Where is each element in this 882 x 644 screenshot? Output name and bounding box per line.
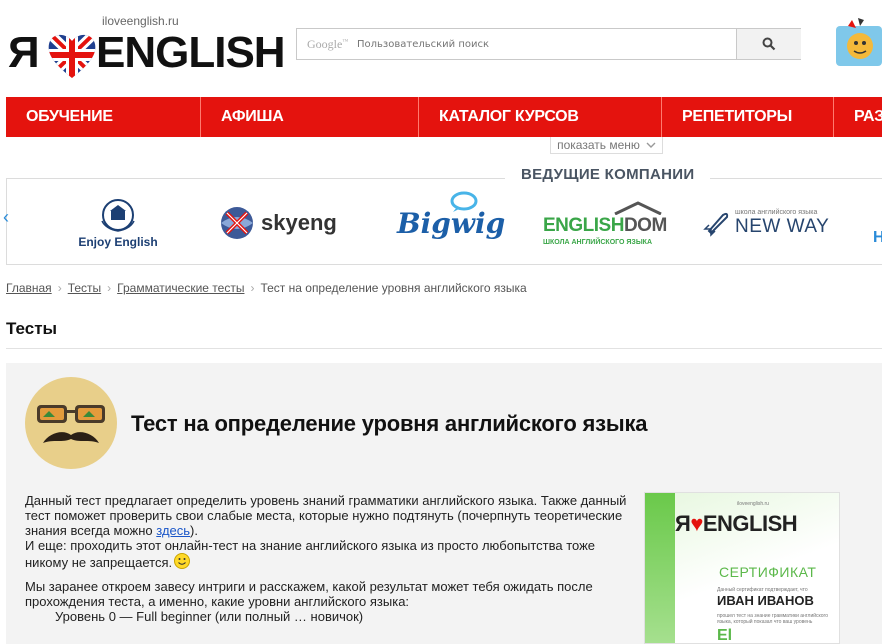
smiley-icon: [174, 553, 191, 569]
company-subtitle: ШКОЛА АНГЛИЙСКОГО ЯЗЫКА: [543, 238, 653, 246]
search-input[interactable]: [297, 29, 737, 59]
header: iloveenglish.ru Я ENGLISH Google™: [0, 0, 882, 96]
uk-flag-heart-icon: [48, 34, 96, 79]
certificate-body: iloveenglish.ru Я♥ENGLISH СЕРТИФИКАТ Дан…: [675, 493, 839, 644]
search-button[interactable]: [736, 29, 801, 59]
company-new-way[interactable]: школа английского языка NEW WAY: [703, 193, 833, 253]
level-item: Уровень 0 — Full beginner (или полный … …: [55, 609, 364, 624]
house-roof-icon: [614, 200, 662, 215]
nav-item-more[interactable]: РАЗ: [834, 97, 882, 137]
breadcrumb: Главная › Тесты › Грамматические тесты › Тест …: [6, 281, 527, 295]
nav-item-afisha[interactable]: АФИША: [201, 97, 419, 137]
certificate-stripe: [645, 493, 675, 643]
bigwig-bubble-icon: [450, 191, 478, 212]
logo-domain: iloveenglish.ru: [102, 14, 179, 28]
certificate-caption: прошел тест на знание грамматики английс…: [717, 613, 829, 625]
rocket-icon: [703, 212, 729, 237]
certificate-level: El: [717, 627, 733, 644]
certificate-domain: iloveenglish.ru: [737, 501, 769, 507]
paragraph: Мы заранее откроем завесу интриги и расс…: [25, 579, 593, 609]
section-divider: [6, 348, 882, 349]
search-box: Google™: [296, 28, 801, 60]
logo-english-word: ENGLISH: [96, 28, 286, 77]
mustache-glasses-icon: [37, 405, 105, 443]
test-title: Тест на определение уровня английского я…: [131, 411, 648, 436]
heart-icon: ♥: [690, 511, 703, 536]
test-panel: Тест на определение уровня английского я…: [6, 363, 882, 644]
company-next-partial[interactable]: H: [873, 229, 882, 247]
breadcrumb-separator: ›: [250, 281, 255, 295]
enjoy-english-emblem-icon: [101, 199, 135, 232]
nav-item-tutors[interactable]: РЕПЕТИТОРЫ: [662, 97, 834, 137]
skyeng-globe-icon: [221, 207, 253, 239]
company-englishdom[interactable]: ENGLISHDOM ШКОЛА АНГЛИЙСКОГО ЯЗЫКА: [543, 193, 667, 253]
show-menu-toggle[interactable]: показать меню: [550, 137, 663, 154]
theory-link[interactable]: здесь: [156, 523, 190, 538]
main-nav: ОБУЧЕНИЕ АФИША КАТАЛОГ КУРСОВ РЕПЕТИТОРЫ…: [6, 97, 882, 137]
chevron-down-icon: [646, 142, 656, 148]
company-skyeng[interactable]: skyeng: [219, 193, 349, 253]
mascot-banner-icon[interactable]: [834, 16, 882, 68]
logo-ya-letter: Я: [8, 28, 40, 77]
breadcrumb-grammar-tests-link[interactable]: Грамматические тесты: [117, 281, 244, 295]
company-name: Enjoy English: [78, 235, 158, 249]
section-title: Тесты: [6, 319, 58, 338]
company-name: ENGLISHDOM: [543, 214, 667, 236]
nav-item-learning[interactable]: ОБУЧЕНИЕ: [6, 97, 201, 137]
carousel-prev-arrow-icon[interactable]: ‹: [3, 207, 9, 228]
breadcrumb-tests-link[interactable]: Тесты: [68, 281, 101, 295]
nav-item-course-catalog[interactable]: КАТАЛОГ КУРСОВ: [419, 97, 662, 137]
show-menu-label: показать меню: [557, 138, 640, 152]
test-description: Данный тест предлагает определить уровен…: [25, 493, 637, 624]
company-name: skyeng: [261, 210, 337, 235]
certificate-preview: iloveenglish.ru Я♥ENGLISH СЕРТИФИКАТ Дан…: [644, 492, 840, 644]
companies-title: ВЕДУЩИЕ КОМПАНИИ: [505, 166, 711, 183]
company-name: NEW WAY: [735, 215, 830, 237]
company-subtitle: школа английского языка: [735, 208, 818, 216]
breadcrumb-separator: ›: [57, 281, 62, 295]
search-icon: [762, 37, 776, 51]
certificate-logo: Я♥ENGLISH: [675, 511, 798, 536]
paragraph: Данный тест предлагает определить уровен…: [25, 493, 627, 538]
company-bigwig[interactable]: Bigwig: [397, 191, 505, 253]
certificate-holder-name: ИВАН ИВАНОВ: [717, 593, 814, 608]
companies-carousel: ‹ Enjoy English skyeng Bigwig ENGLISHDOM: [3, 178, 882, 265]
test-avatar: [25, 377, 117, 469]
site-logo[interactable]: iloveenglish.ru Я ENGLISH: [8, 14, 286, 84]
breadcrumb-separator: ›: [107, 281, 112, 295]
company-enjoy-english[interactable]: Enjoy English: [73, 193, 163, 253]
company-text: школа английского языка NEW WAY: [735, 209, 829, 238]
breadcrumb-current: Тест на определение уровня английского я…: [260, 281, 527, 295]
breadcrumb-home-link[interactable]: Главная: [6, 281, 52, 295]
certificate-title: СЕРТИФИКАТ: [719, 564, 817, 580]
paragraph: И еще: проходить этот онлайн-тест на зна…: [25, 538, 596, 570]
